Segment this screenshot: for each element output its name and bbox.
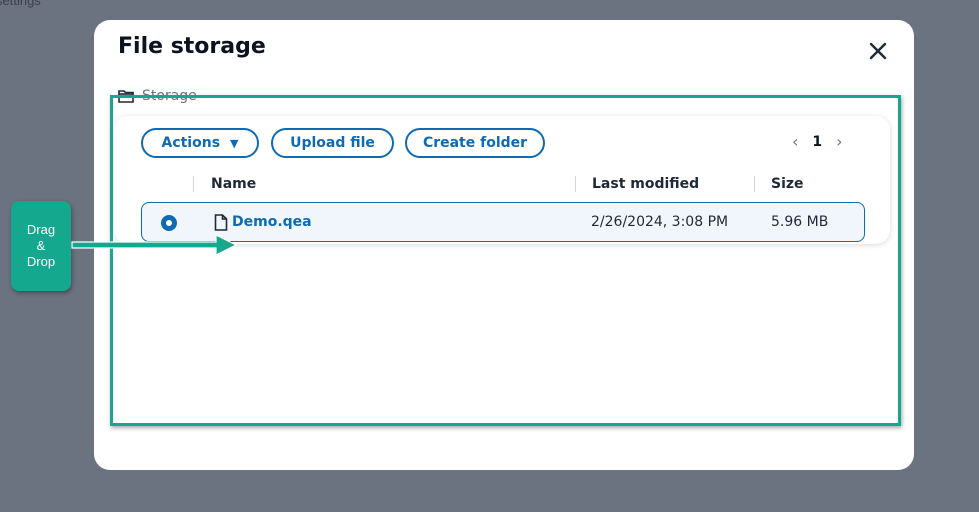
badge-line: Drop <box>26 254 56 269</box>
badge-line: Drag <box>26 222 56 237</box>
create-folder-label: Create folder <box>422 135 528 151</box>
close-button[interactable] <box>867 40 889 62</box>
upload-file-button[interactable]: Upload file <box>271 128 394 158</box>
breadcrumb: Storage <box>118 88 197 104</box>
caret-down-icon: ▼ <box>230 136 239 150</box>
upload-file-label: Upload file <box>290 135 375 151</box>
pagination: ‹ 1 › <box>792 132 843 151</box>
current-page: 1 <box>812 133 823 150</box>
column-header-size[interactable]: Size <box>771 176 804 192</box>
file-last-modified: 2/26/2024, 3:08 PM <box>591 214 729 230</box>
column-header-last-modified[interactable]: Last modified <box>592 176 699 192</box>
column-separator <box>754 176 755 192</box>
drag-drop-badge: Drag & Drop <box>11 201 71 291</box>
badge-line: & <box>36 238 46 253</box>
column-separator <box>193 176 194 192</box>
file-list-panel: Actions ▼ Upload file Create folder ‹ 1 … <box>114 116 890 244</box>
actions-button[interactable]: Actions ▼ <box>141 128 259 158</box>
file-icon <box>214 214 228 231</box>
folder-icon <box>118 90 134 103</box>
row-select-radio[interactable] <box>161 215 177 231</box>
prev-page-icon[interactable]: ‹ <box>792 132 798 151</box>
drag-arrow-icon <box>71 234 238 256</box>
dialog-title: File storage <box>118 34 266 59</box>
backdrop-settings-text: settings <box>0 0 41 8</box>
actions-label: Actions <box>161 135 221 151</box>
table-row[interactable]: Demo.qea 2/26/2024, 3:08 PM 5.96 MB <box>141 202 865 242</box>
file-name-link[interactable]: Demo.qea <box>232 214 312 230</box>
next-page-icon[interactable]: › <box>836 132 842 151</box>
column-header-name[interactable]: Name <box>211 176 256 192</box>
close-icon <box>869 42 887 60</box>
breadcrumb-storage[interactable]: Storage <box>142 88 197 104</box>
column-separator <box>575 176 576 192</box>
create-folder-button[interactable]: Create folder <box>405 128 545 158</box>
file-size: 5.96 MB <box>771 214 829 230</box>
